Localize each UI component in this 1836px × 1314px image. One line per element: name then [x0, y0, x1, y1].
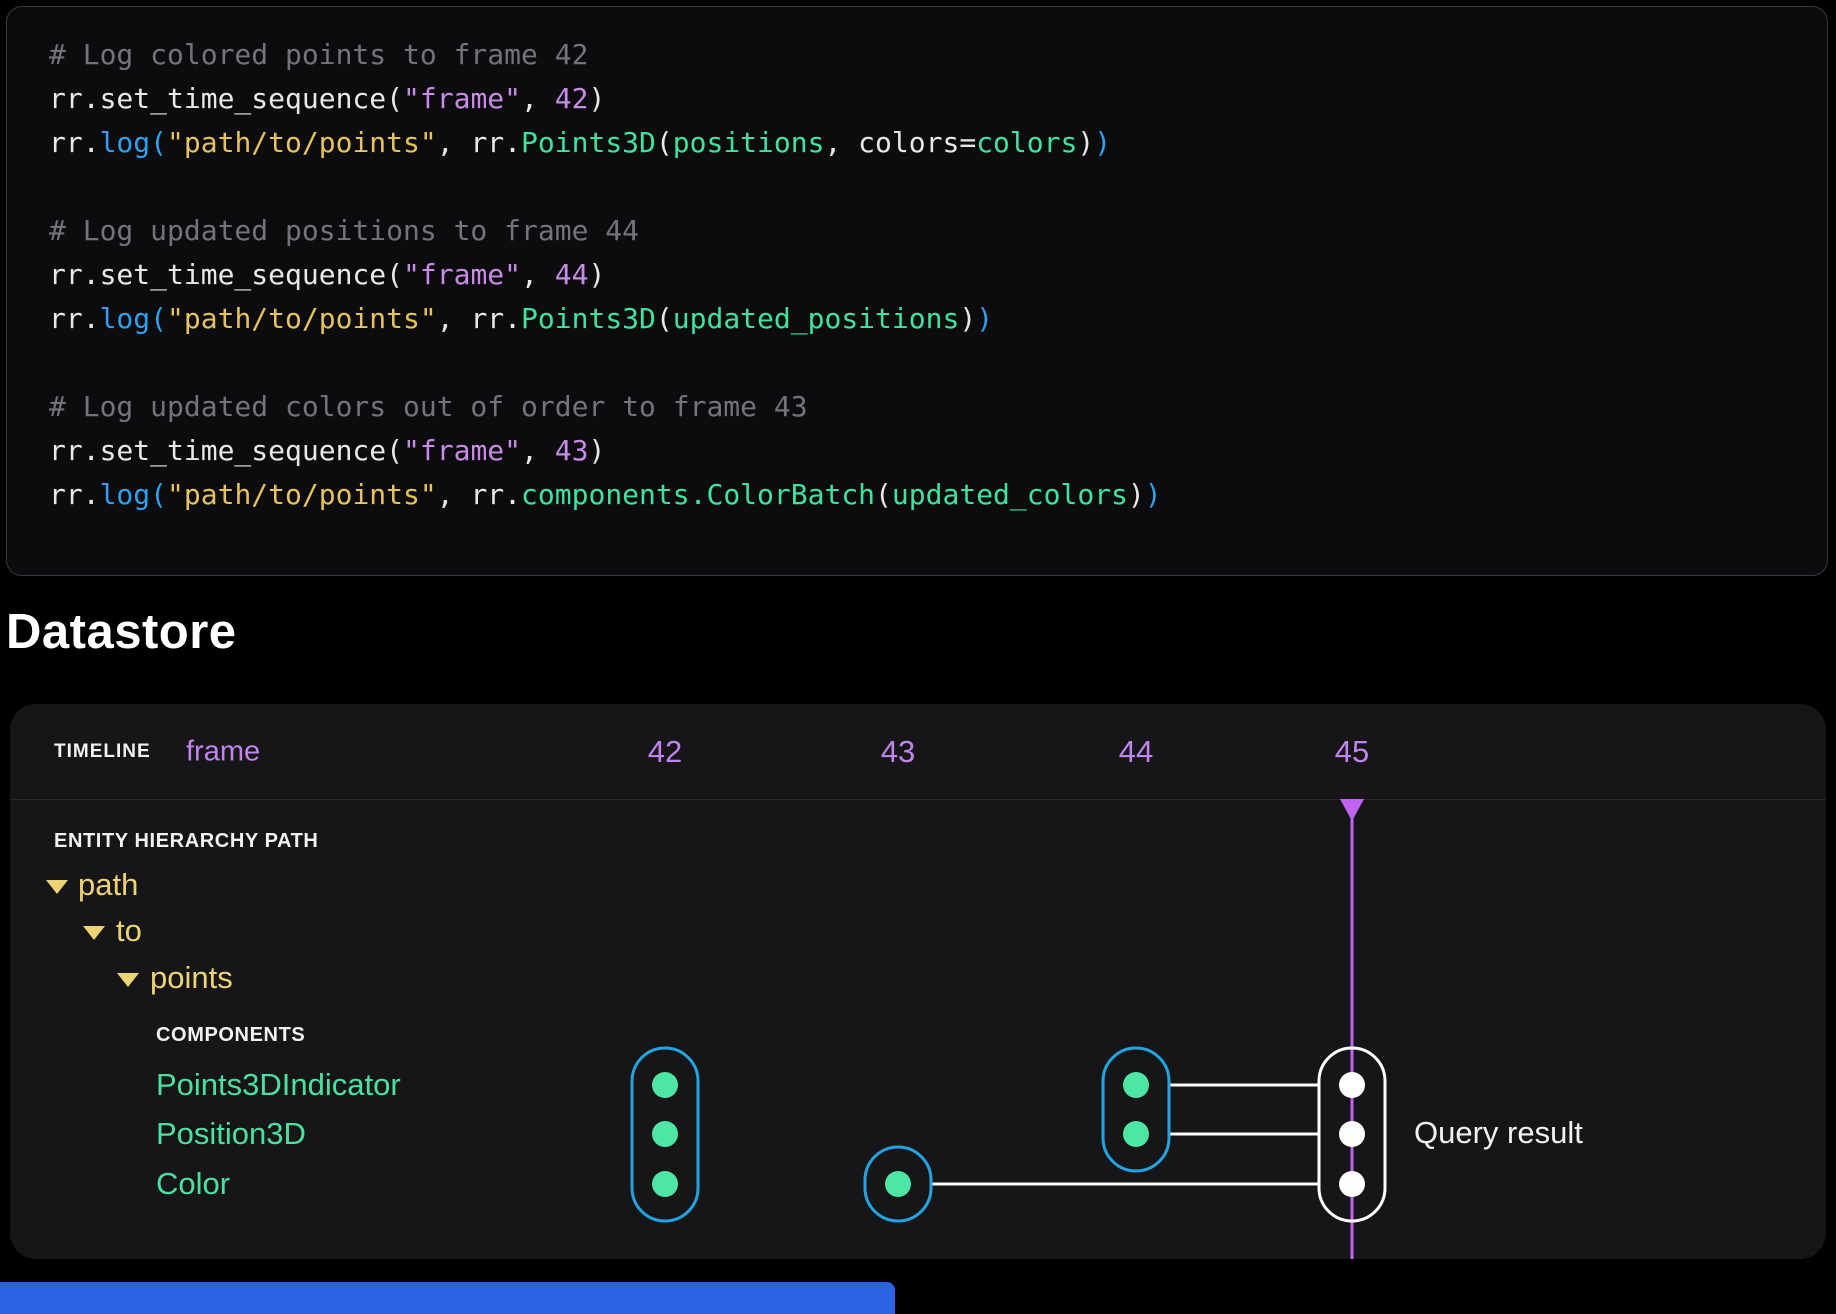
component-label-position3d: Position3D: [156, 1114, 306, 1154]
frame-tick-42: 42: [648, 734, 682, 770]
component-dot: [652, 1072, 678, 1098]
timeline-header: TIMELINE frame 42 43 44 45: [10, 704, 1826, 800]
component-dot: [652, 1121, 678, 1147]
docs-page: # Log colored points to frame 42rr.set_t…: [0, 0, 1836, 1314]
code-line: # Log updated positions to frame 44: [49, 209, 1162, 253]
query-result-label: Query result: [1414, 1113, 1583, 1153]
timeline-cursor-marker: [1340, 799, 1364, 821]
query-component-dot: [1339, 1121, 1365, 1147]
code-line: rr.set_time_sequence("frame", 43): [49, 429, 1162, 473]
code-line: # Log updated colors out of order to fra…: [49, 385, 1162, 429]
code-line: [49, 165, 1162, 209]
datastore-body: ENTITY HIERARCHY PATH path to points COM…: [10, 799, 1826, 1259]
component-dot: [1123, 1072, 1149, 1098]
code-line: [49, 341, 1162, 385]
code-line: # Log colored points to frame 42: [49, 33, 1162, 77]
code-line: rr.set_time_sequence("frame", 44): [49, 253, 1162, 297]
chevron-down-icon[interactable]: [46, 880, 68, 894]
datastore-panel: TIMELINE frame 42 43 44 45 ENTITY HIERARCHY…: [10, 704, 1826, 1259]
data-cell-frame-43: [865, 1147, 931, 1221]
query-component-dot: [1339, 1171, 1365, 1197]
frame-tick-43: 43: [881, 734, 915, 770]
frame-tick-45: 45: [1335, 734, 1369, 770]
timeline-label: TIMELINE: [54, 741, 151, 763]
component-dot: [1123, 1121, 1149, 1147]
frame-tick-44: 44: [1119, 734, 1153, 770]
page-title: Datastore: [6, 604, 237, 660]
component-label-color: Color: [156, 1164, 230, 1204]
entity-hierarchy-header: ENTITY HIERARCHY PATH: [54, 828, 318, 854]
component-label-points3dindicator: Points3DIndicator: [156, 1065, 401, 1105]
code-line: rr.log("path/to/points", rr.Points3D(pos…: [49, 121, 1162, 165]
code-block: # Log colored points to frame 42rr.set_t…: [6, 6, 1828, 576]
component-dot: [885, 1171, 911, 1197]
chevron-down-icon[interactable]: [83, 926, 105, 940]
code-line: rr.log("path/to/points", rr.Points3D(upd…: [49, 297, 1162, 341]
code-line: rr.log("path/to/points", rr.components.C…: [49, 473, 1162, 517]
code-content: # Log colored points to frame 42rr.set_t…: [49, 33, 1162, 517]
timeline-name: frame: [186, 735, 260, 768]
data-cell-frame-44: [1103, 1048, 1169, 1171]
component-dot: [652, 1171, 678, 1197]
code-line: rr.set_time_sequence("frame", 42): [49, 77, 1162, 121]
query-component-dot: [1339, 1072, 1365, 1098]
query-result-cell: [1319, 1048, 1385, 1221]
partial-next-element: [0, 1282, 895, 1314]
chevron-down-icon[interactable]: [117, 973, 139, 987]
components-header: COMPONENTS: [156, 1022, 305, 1048]
data-cell-frame-42: [632, 1048, 698, 1221]
